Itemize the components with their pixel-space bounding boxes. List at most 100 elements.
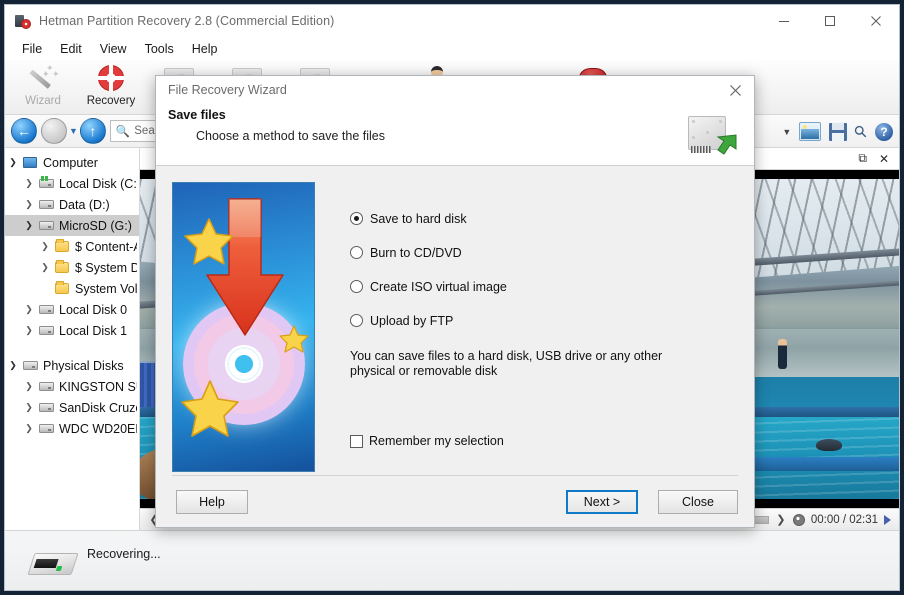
status-bar: Recovering... (5, 530, 899, 590)
up-arrow-icon[interactable]: ↑ (79, 118, 106, 144)
radio-button[interactable] (350, 314, 363, 327)
chevron-down-icon[interactable]: ❯ (5, 157, 21, 168)
dialog-close-icon[interactable] (716, 76, 754, 104)
tree-node-kingston[interactable]: ❯ KINGSTON SUV3 (5, 376, 139, 397)
next-icon[interactable]: ❯ (775, 513, 787, 526)
tree-node-microsd-g[interactable]: ❯ MicroSD (G:) (5, 215, 139, 236)
option-upload-by-ftp[interactable]: Upload by FTP (350, 312, 738, 329)
status-hard-disk-icon (27, 553, 79, 575)
tree-node-label: $ Content-Av (75, 239, 137, 254)
forward-arrow-icon[interactable]: → (41, 118, 67, 144)
tree-node-physical-disks[interactable]: ❯ Physical Disks (5, 355, 139, 376)
chevron-right-icon[interactable]: ❯ (21, 423, 37, 434)
view-chevron-down-icon[interactable]: ▼ (782, 127, 791, 137)
radio-button[interactable] (350, 212, 363, 225)
window-controls (761, 5, 899, 37)
chevron-right-icon[interactable]: ❯ (37, 262, 53, 273)
tree-node-sandisk[interactable]: ❯ SanDisk Cruzer B (5, 397, 139, 418)
option-create-iso-virtual-image[interactable]: Create ISO virtual image (350, 278, 738, 295)
save-icon[interactable] (829, 122, 848, 141)
dialog-title-bar: File Recovery Wizard (156, 76, 754, 104)
folder-icon (53, 281, 71, 294)
tree-node-wdc[interactable]: ❯ WDC WD20EFRX (5, 418, 139, 439)
file-recovery-wizard-dialog: File Recovery Wizard Save files Choose a… (155, 75, 755, 528)
drive-icon (37, 305, 55, 314)
close-button[interactable]: Close (658, 489, 738, 514)
tree-node-label: Local Disk 1 (59, 323, 128, 338)
star-graphic (184, 218, 234, 265)
tree-node-label: MicroSD (G:) (59, 218, 132, 233)
remember-selection-checkbox[interactable] (350, 434, 363, 448)
toolbar-wizard-button[interactable]: ✦ ✦ ✦ Wizard (9, 60, 77, 114)
tree-node-label: SanDisk Cruzer B (59, 400, 137, 415)
tree-node-label: Local Disk 0 (59, 302, 128, 317)
chevron-right-icon[interactable]: ❯ (37, 241, 53, 252)
app-icon (15, 13, 31, 29)
tree-node-system-volume[interactable]: System Volur (5, 278, 139, 299)
radio-button[interactable] (350, 280, 363, 293)
menu-help[interactable]: Help (183, 40, 227, 58)
tree-node-label: $ System Dat (75, 260, 137, 275)
tree-node-system-data[interactable]: ❯ $ System Dat (5, 257, 139, 278)
save-files-illustration (172, 182, 315, 472)
minimize-button[interactable] (761, 5, 807, 37)
preview-image-icon[interactable] (799, 122, 822, 141)
history-chevron-down-icon[interactable]: ▼ (69, 126, 78, 136)
chevron-right-icon[interactable]: ❯ (21, 381, 37, 392)
toolbar-wizard-label: Wizard (25, 95, 61, 107)
tree-node-local-disk-0[interactable]: ❯ Local Disk 0 (5, 299, 139, 320)
option-burn-to-cd-dvd[interactable]: Burn to CD/DVD (350, 244, 738, 261)
next-button[interactable]: Next > (566, 489, 638, 514)
star-graphic (181, 380, 239, 437)
tree-node-content-av[interactable]: ❯ $ Content-Av (5, 236, 139, 257)
remember-selection-label: Remember my selection (369, 434, 504, 448)
help-question-icon[interactable]: ? (875, 122, 893, 141)
menu-file[interactable]: File (13, 40, 51, 58)
tree-node-computer[interactable]: ❯ Computer (5, 152, 139, 173)
chevron-down-icon[interactable]: ❯ (5, 360, 21, 371)
dialog-body: Save to hard disk Burn to CD/DVD Create … (156, 166, 754, 472)
option-label: Upload by FTP (370, 313, 454, 328)
drive-icon (37, 221, 55, 230)
chevron-right-icon[interactable]: ❯ (21, 199, 37, 210)
drive-icon (37, 200, 55, 209)
menu-edit[interactable]: Edit (51, 40, 91, 58)
help-button[interactable]: Help (176, 489, 248, 514)
chevron-right-icon[interactable]: ❯ (21, 402, 37, 413)
maximize-button[interactable] (807, 5, 853, 37)
option-label: Burn to CD/DVD (370, 245, 462, 260)
chevron-right-icon[interactable]: ❯ (21, 178, 37, 189)
remember-selection-row[interactable]: Remember my selection (350, 434, 738, 448)
find-magnifier-icon[interactable]: ⚲ (850, 120, 872, 142)
close-button[interactable] (853, 5, 899, 37)
status-text: Recovering... (87, 547, 161, 561)
menu-view[interactable]: View (91, 40, 136, 58)
option-label: Save to hard disk (370, 211, 467, 226)
chevron-right-icon[interactable]: ❯ (21, 325, 37, 336)
sidebar-tree: ❯ Computer ❯ Local Disk (C:) ❯ Data (D:)… (5, 148, 140, 530)
drive-icon (37, 424, 55, 433)
close-preview-icon[interactable]: ✕ (879, 152, 889, 166)
menu-tools[interactable]: Tools (136, 40, 183, 58)
dialog-footer: Help Next > Close (172, 475, 738, 527)
disk-with-green-arrow-icon (688, 114, 737, 156)
toolbar-recovery-button[interactable]: Recovery (77, 60, 145, 114)
tree-node-local-disk-1[interactable]: ❯ Local Disk 1 (5, 320, 139, 341)
title-bar: Hetman Partition Recovery 2.8 (Commercia… (5, 5, 899, 37)
tree-node-label: KINGSTON SUV3 (59, 379, 137, 394)
tree-node-local-disk-c[interactable]: ❯ Local Disk (C:) (5, 173, 139, 194)
chevron-down-icon[interactable]: ❯ (21, 220, 37, 231)
radio-button[interactable] (350, 246, 363, 259)
option-label: Create ISO virtual image (370, 279, 507, 294)
tree-node-label: Computer (43, 155, 98, 170)
monitor-icon (21, 157, 39, 168)
chevron-right-icon[interactable]: ❯ (21, 304, 37, 315)
life-ring-icon (98, 63, 124, 93)
play-icon[interactable] (884, 514, 891, 525)
restore-window-icon[interactable]: ⧉ (858, 151, 867, 166)
record-dot-icon[interactable] (792, 513, 805, 526)
tree-node-data-d[interactable]: ❯ Data (D:) (5, 194, 139, 215)
back-arrow-icon[interactable]: ← (11, 118, 37, 144)
option-save-to-hard-disk[interactable]: Save to hard disk (350, 210, 738, 227)
